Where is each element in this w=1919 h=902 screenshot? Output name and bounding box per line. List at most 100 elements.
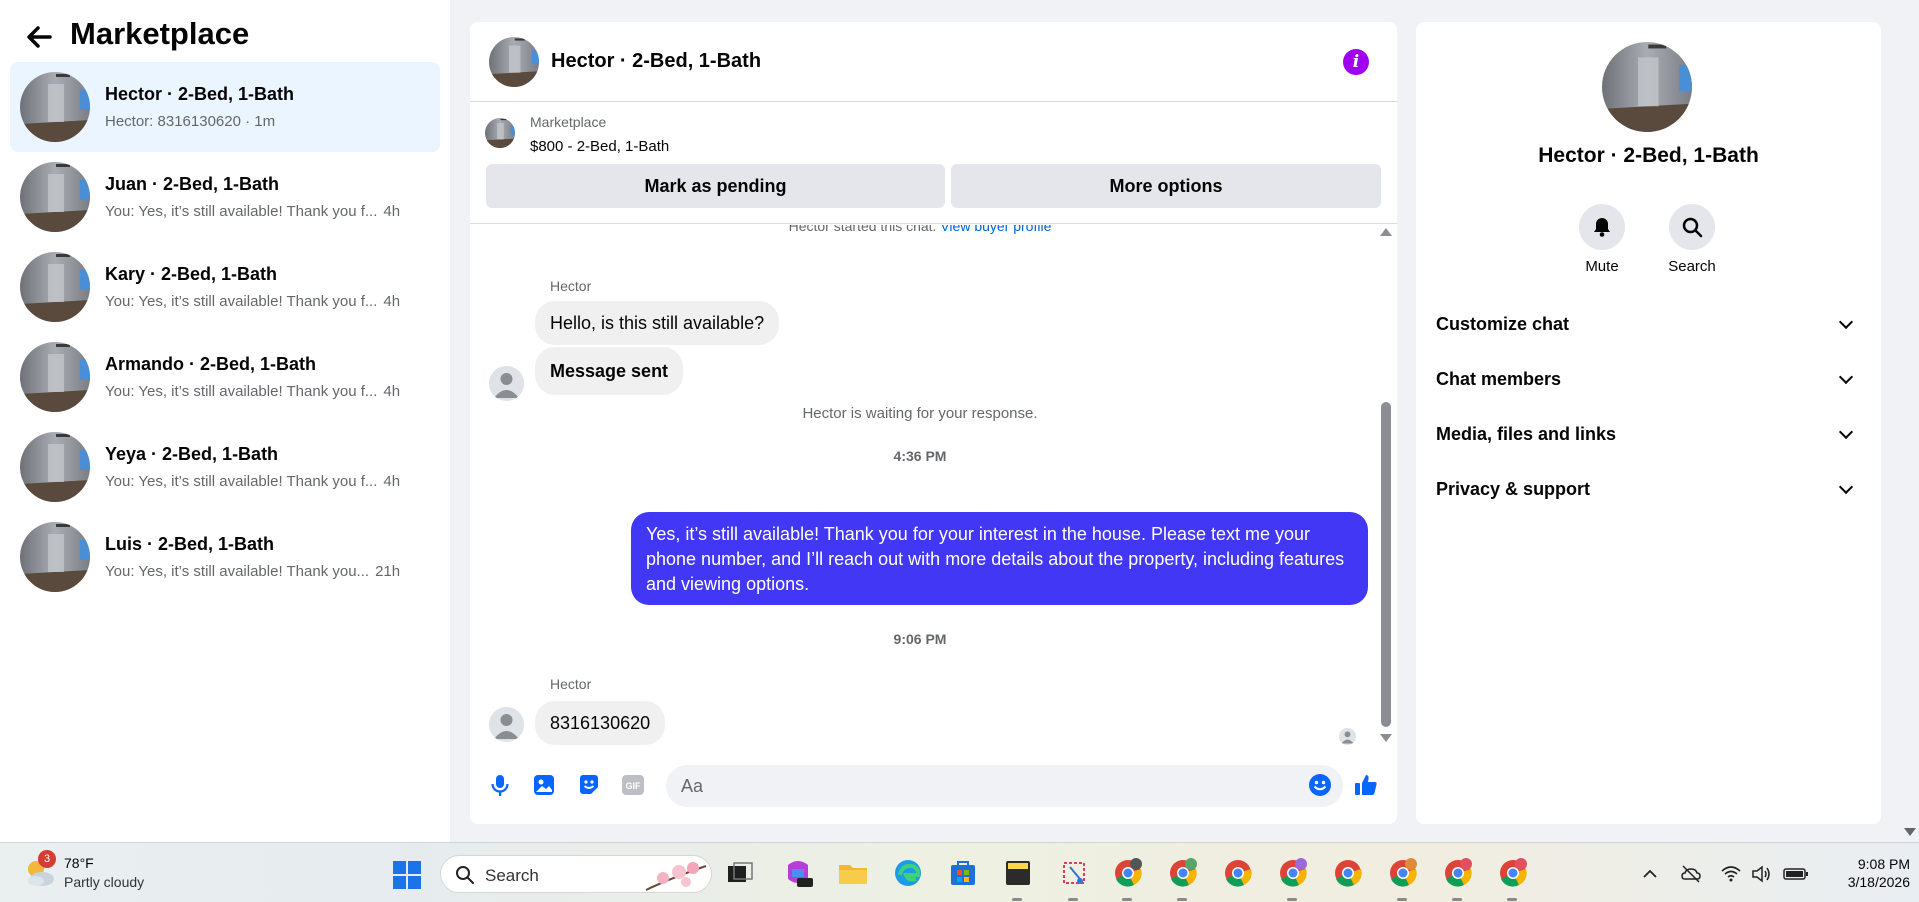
clock-time: 9:08 PM [1857, 856, 1910, 872]
running-indicator [1452, 898, 1462, 901]
scroll-down-arrow[interactable] [1380, 734, 1392, 742]
conversation-name: Kary · 2-Bed, 1-Bath [105, 264, 278, 284]
incoming-message[interactable]: Message sent [535, 347, 684, 395]
view-buyer-profile-link[interactable]: View buyer profile [940, 225, 1051, 234]
clock-date: 3/18/2026 [1847, 874, 1910, 890]
conversation-item-juan[interactable]: Juan · 2-Bed, 1-Bath You: Yes, it’s stil… [10, 152, 440, 242]
incoming-message[interactable]: Hello, is this still available? [535, 301, 780, 345]
running-indicator [1397, 898, 1407, 901]
listing-thumbnail[interactable] [485, 118, 515, 148]
search-icon [1682, 217, 1703, 238]
svg-text:GIF: GIF [626, 781, 642, 791]
conversation-item-kary[interactable]: Kary · 2-Bed, 1-Bath You: Yes, it’s stil… [10, 242, 440, 332]
chat-members-section[interactable]: Chat members [1436, 364, 1861, 394]
conversation-time: 4h [383, 293, 401, 310]
thumbs-up-icon[interactable] [1353, 772, 1379, 798]
media-files-links-section[interactable]: Media, files and links [1436, 419, 1861, 449]
show-hidden-icons-chevron-icon[interactable] [1639, 863, 1661, 885]
sender-name: Hector [550, 278, 592, 294]
page-scroll-down-arrow[interactable] [1904, 828, 1916, 836]
message-input[interactable] [666, 765, 1343, 807]
onedrive-offline-icon[interactable] [1680, 863, 1702, 885]
chrome-profile-icon[interactable] [1112, 857, 1144, 889]
running-indicator [1177, 898, 1187, 901]
mute-button[interactable]: Mute [1557, 204, 1647, 275]
conversation-item-luis[interactable]: Luis · 2-Bed, 1-Bath You: Yes, it’s stil… [10, 512, 440, 602]
sticky-notes-icon[interactable] [1002, 857, 1034, 889]
taskbar-search[interactable]: Search [440, 855, 712, 893]
scrollbar-thumb[interactable] [1381, 402, 1391, 727]
search-label: Search [1668, 258, 1716, 275]
sender-avatar[interactable] [489, 707, 524, 742]
sidebar-header: Marketplace [0, 0, 450, 62]
incoming-message[interactable]: 8316130620 [535, 701, 666, 745]
system-clock[interactable]: 9:08 PM 3/18/2026 [1820, 855, 1910, 891]
wifi-icon[interactable] [1720, 863, 1742, 885]
conversation-item-hector[interactable]: Hector · 2-Bed, 1-Bath Hector: 831613062… [10, 62, 440, 152]
sticker-icon[interactable] [576, 772, 602, 798]
back-arrow-icon[interactable] [24, 22, 54, 52]
conversation-time: 4h [383, 383, 401, 400]
sender-avatar[interactable] [489, 366, 524, 401]
running-indicator [1122, 898, 1132, 901]
scroll-up-arrow[interactable] [1380, 228, 1392, 236]
photo-icon[interactable] [531, 772, 557, 798]
timestamp: 9:06 PM [893, 631, 947, 647]
conversation-name: Yeya · 2-Bed, 1-Bath [105, 444, 279, 464]
conversation-name: Armando · 2-Bed, 1-Bath [105, 354, 317, 374]
snipping-tool-icon[interactable] [1058, 857, 1090, 889]
conversation-sidebar: Marketplace Hector · 2-Bed, 1-Bath Hecto… [0, 0, 450, 842]
battery-icon[interactable] [1782, 863, 1810, 885]
taskbar: 3 78°F Partly cloudy Search 9:08 PM 3/18… [0, 842, 1919, 902]
microsoft-store-icon[interactable] [947, 857, 979, 889]
gif-icon[interactable]: GIF [620, 772, 646, 798]
chrome-icon[interactable] [1332, 857, 1364, 889]
seen-avatar-icon [1339, 728, 1356, 745]
chrome-profile-icon[interactable] [1442, 857, 1474, 889]
chevron-down-icon [1838, 424, 1854, 439]
listing-price[interactable]: $800 - 2-Bed, 1-Bath [530, 138, 669, 155]
listing-source: Marketplace [530, 114, 607, 130]
outgoing-message[interactable]: Yes, it’s still available! Thank you for… [631, 512, 1368, 605]
file-explorer-icon[interactable] [837, 857, 869, 889]
weather-widget[interactable]: 3 78°F Partly cloudy [22, 850, 172, 893]
mark-as-pending-button[interactable]: Mark as pending [486, 164, 945, 208]
task-view-icon[interactable] [724, 857, 756, 889]
chat-details-panel: Hector · 2-Bed, 1-Bath Mute Search Custo… [1416, 22, 1881, 824]
conversation-time: 4h [383, 473, 401, 490]
avatar [20, 432, 90, 502]
conversation-preview: You: Yes, it’s still available! Thank yo… [105, 563, 401, 580]
volume-icon[interactable] [1750, 863, 1772, 885]
running-indicator [1507, 898, 1517, 901]
emoji-icon[interactable] [1307, 772, 1333, 798]
running-indicator [1287, 898, 1297, 901]
windows-start-icon[interactable] [392, 860, 422, 890]
chrome-icon[interactable] [1222, 857, 1254, 889]
search-in-chat-button[interactable]: Search [1647, 204, 1737, 275]
more-options-button[interactable]: More options [951, 164, 1381, 208]
chevron-down-icon [1838, 369, 1854, 384]
chrome-profile-icon[interactable] [1277, 857, 1309, 889]
temperature: 78°F [64, 855, 94, 871]
running-indicator [1068, 898, 1078, 901]
conversation-item-armando[interactable]: Armando · 2-Bed, 1-Bath You: Yes, it’s s… [10, 332, 440, 422]
privacy-support-section[interactable]: Privacy & support [1436, 474, 1861, 504]
chrome-profile-icon[interactable] [1497, 857, 1529, 889]
chrome-profile-icon[interactable] [1167, 857, 1199, 889]
chat-avatar[interactable] [489, 37, 539, 87]
microphone-icon[interactable] [487, 772, 513, 798]
profile-avatar[interactable] [1602, 42, 1692, 132]
edge-browser-icon[interactable] [892, 857, 924, 889]
conversation-item-yeya[interactable]: Yeya · 2-Bed, 1-Bath You: Yes, it’s stil… [10, 422, 440, 512]
running-indicator [1012, 898, 1022, 901]
weather-condition: Partly cloudy [64, 874, 145, 890]
microsoft-365-icon[interactable] [782, 857, 814, 889]
chat-started-notice: Hector started this chat. View buyer pro… [470, 225, 1370, 234]
avatar [20, 252, 90, 322]
chrome-profile-icon[interactable] [1387, 857, 1419, 889]
customize-chat-section[interactable]: Customize chat [1436, 309, 1861, 339]
chat-title[interactable]: Hector · 2-Bed, 1-Bath [551, 50, 761, 73]
info-icon[interactable]: i [1343, 49, 1369, 75]
chat-panel: Hector · 2-Bed, 1-Bath i Marketplace $80… [470, 22, 1397, 824]
bell-icon [1594, 218, 1610, 237]
